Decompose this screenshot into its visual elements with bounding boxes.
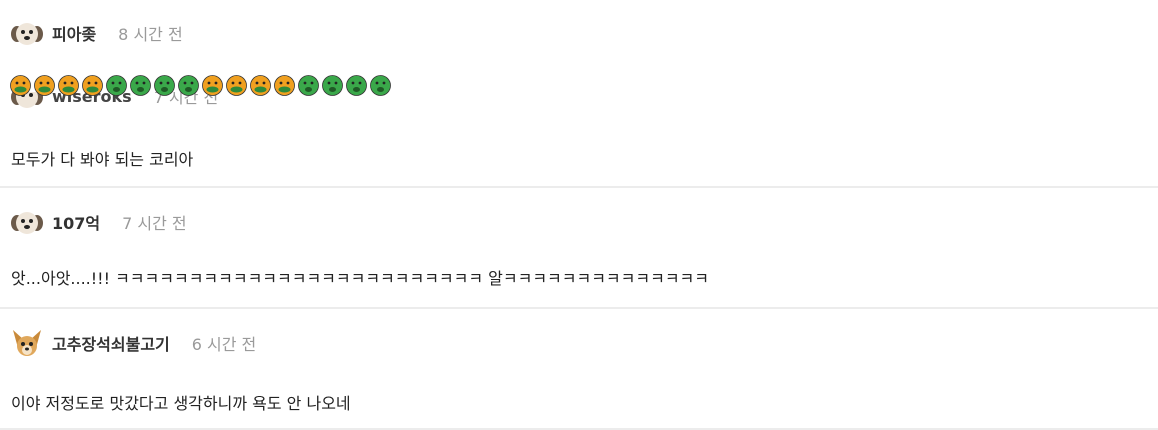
comment-divider xyxy=(0,307,1158,309)
comment-text: 이야 저정도로 맛갔다고 생각하니까 욕도 안 나오네 xyxy=(11,394,351,413)
comment-text: 앗...아앗....!!! ㅋㅋㅋㅋㅋㅋㅋㅋㅋㅋㅋㅋㅋㅋㅋㅋㅋㅋㅋㅋㅋㅋㅋㅋㅋ … xyxy=(11,269,709,288)
puppy-icon[interactable] xyxy=(10,18,44,48)
comment-header: 피아좆 8 시간 전 xyxy=(10,17,183,49)
nauseated-face-icon xyxy=(226,75,247,96)
sick-face-icon xyxy=(370,75,391,96)
comment-nickname[interactable]: 고추장석쇠불고기 xyxy=(52,331,170,355)
comment-time: 7 시간 전 xyxy=(122,214,187,233)
comment-nickname[interactable]: 피아좆 xyxy=(52,21,96,45)
sick-face-icon xyxy=(298,75,319,96)
comment-text: 모두가 다 봐야 되는 코리아 xyxy=(11,150,194,169)
puppy-icon[interactable] xyxy=(10,207,44,237)
sick-face-icon xyxy=(178,75,199,96)
nauseated-face-icon xyxy=(82,75,103,96)
emoji-row xyxy=(10,75,391,96)
nauseated-face-icon xyxy=(202,75,223,96)
sick-face-icon xyxy=(322,75,343,96)
comment-time: 8 시간 전 xyxy=(118,25,183,44)
comment-time: 6 시간 전 xyxy=(191,335,257,354)
nauseated-face-icon xyxy=(274,75,295,96)
sick-face-icon xyxy=(154,75,175,96)
sick-face-icon xyxy=(106,75,127,96)
comment-header: 고추장석쇠불고기 6 시간 전 xyxy=(10,327,256,359)
nauseated-face-icon xyxy=(250,75,271,96)
comment-header: 107억 7 시간 전 xyxy=(10,206,187,238)
comment-nickname[interactable]: 107억 xyxy=(52,210,100,234)
chihuahua-icon[interactable] xyxy=(10,328,44,358)
comment-divider xyxy=(0,186,1158,188)
nauseated-face-icon xyxy=(58,75,79,96)
sick-face-icon xyxy=(130,75,151,96)
sick-face-icon xyxy=(346,75,367,96)
nauseated-face-icon xyxy=(34,75,55,96)
nauseated-face-icon xyxy=(10,75,31,96)
